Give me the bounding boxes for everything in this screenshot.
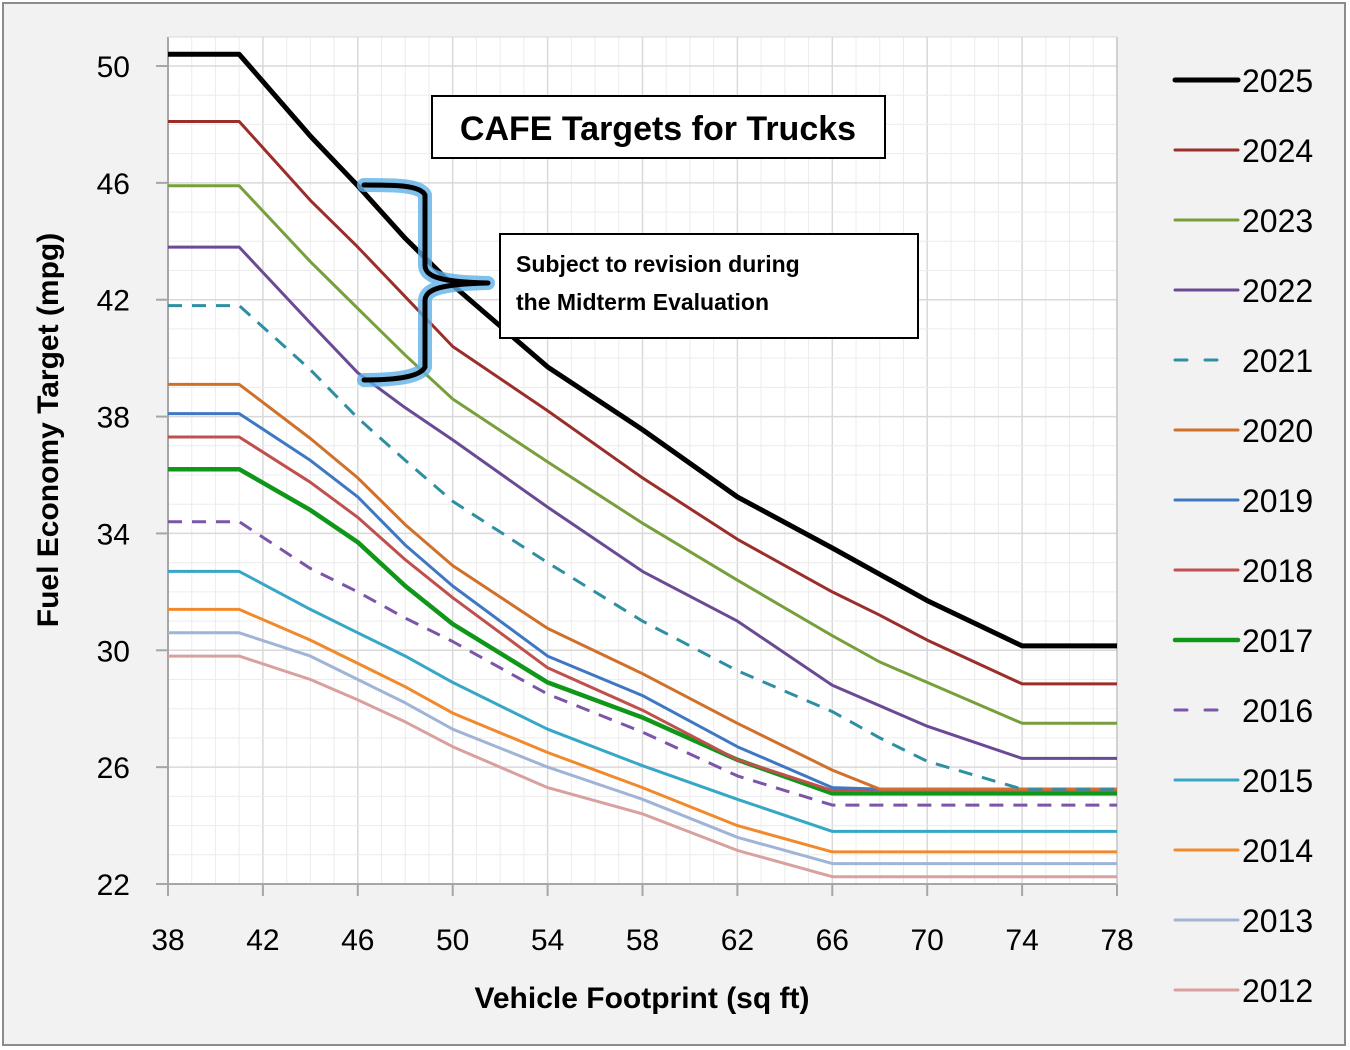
x-tick-label: 38 <box>151 924 184 957</box>
legend-label: 2014 <box>1242 833 1313 869</box>
legend-label: 2020 <box>1242 413 1313 449</box>
y-tick-label: 34 <box>97 518 130 551</box>
x-axis-title: Vehicle Footprint (sq ft) <box>475 982 810 1015</box>
legend-item-2020: 2020 <box>1173 413 1313 449</box>
y-tick-label: 50 <box>97 51 130 84</box>
legend: 2025 2024 2023 2022 2021 2020 2019 2018 2017 2016… <box>1172 63 1313 1009</box>
legend-item-2015: 2015 <box>1173 763 1313 799</box>
legend-item-2016: 2016 <box>1173 693 1313 729</box>
legend-item-2023: 2023 <box>1173 203 1313 239</box>
legend-label: 2018 <box>1242 553 1313 589</box>
legend-label: 2016 <box>1242 693 1313 729</box>
annotation-line-1: Subject to revision during <box>516 251 800 277</box>
legend-label: 2019 <box>1242 483 1313 519</box>
legend-label: 2012 <box>1242 973 1313 1009</box>
legend-item-2014: 2014 <box>1173 833 1313 869</box>
y-tick-label: 30 <box>97 635 130 668</box>
legend-item-2017: 2017 <box>1172 623 1313 659</box>
legend-label: 2021 <box>1242 343 1313 379</box>
x-tick-label: 78 <box>1100 924 1133 957</box>
y-tick-label: 26 <box>97 752 130 785</box>
annotation-frame <box>499 233 919 339</box>
x-tick-label: 42 <box>246 924 279 957</box>
legend-item-2025: 2025 <box>1172 63 1313 99</box>
x-tick-label: 50 <box>436 924 469 957</box>
legend-item-2021: 2021 <box>1173 343 1313 379</box>
y-tick-label: 42 <box>97 285 130 318</box>
chart-title-box: CAFE Targets for Trucks <box>431 95 886 159</box>
annotation-box: Subject to revision during the Midterm E… <box>499 233 919 339</box>
legend-label: 2015 <box>1242 763 1313 799</box>
x-tick-label: 54 <box>531 924 564 957</box>
y-tick-label: 22 <box>97 869 130 902</box>
legend-item-2018: 2018 <box>1173 553 1313 589</box>
x-tick-label: 62 <box>721 924 754 957</box>
x-tick-label: 70 <box>911 924 944 957</box>
legend-label: 2013 <box>1242 903 1313 939</box>
x-tick-label: 66 <box>816 924 849 957</box>
annotation-line-2: the Midterm Evaluation <box>516 289 769 315</box>
chart: 38 42 46 50 54 58 62 66 70 74 78 22 26 30 34 38 42 46 50 C… <box>32 36 1313 1015</box>
legend-label: 2017 <box>1242 623 1313 659</box>
x-tick-label: 74 <box>1005 924 1038 957</box>
legend-label: 2024 <box>1242 133 1313 169</box>
legend-label: 2022 <box>1242 273 1313 309</box>
x-tick-label: 58 <box>626 924 659 957</box>
legend-item-2012: 2012 <box>1173 973 1313 1009</box>
legend-item-2024: 2024 <box>1173 133 1313 169</box>
legend-item-2019: 2019 <box>1173 483 1313 519</box>
y-axis-title: Fuel Economy Target (mpg) <box>32 233 65 627</box>
legend-label: 2025 <box>1242 63 1313 99</box>
legend-item-2013: 2013 <box>1173 903 1313 939</box>
legend-label: 2023 <box>1242 203 1313 239</box>
legend-item-2022: 2022 <box>1173 273 1313 309</box>
x-tick-label: 46 <box>341 924 374 957</box>
chart-title: CAFE Targets for Trucks <box>460 110 856 148</box>
y-tick-label: 46 <box>97 168 130 201</box>
y-tick-label: 38 <box>97 402 130 435</box>
